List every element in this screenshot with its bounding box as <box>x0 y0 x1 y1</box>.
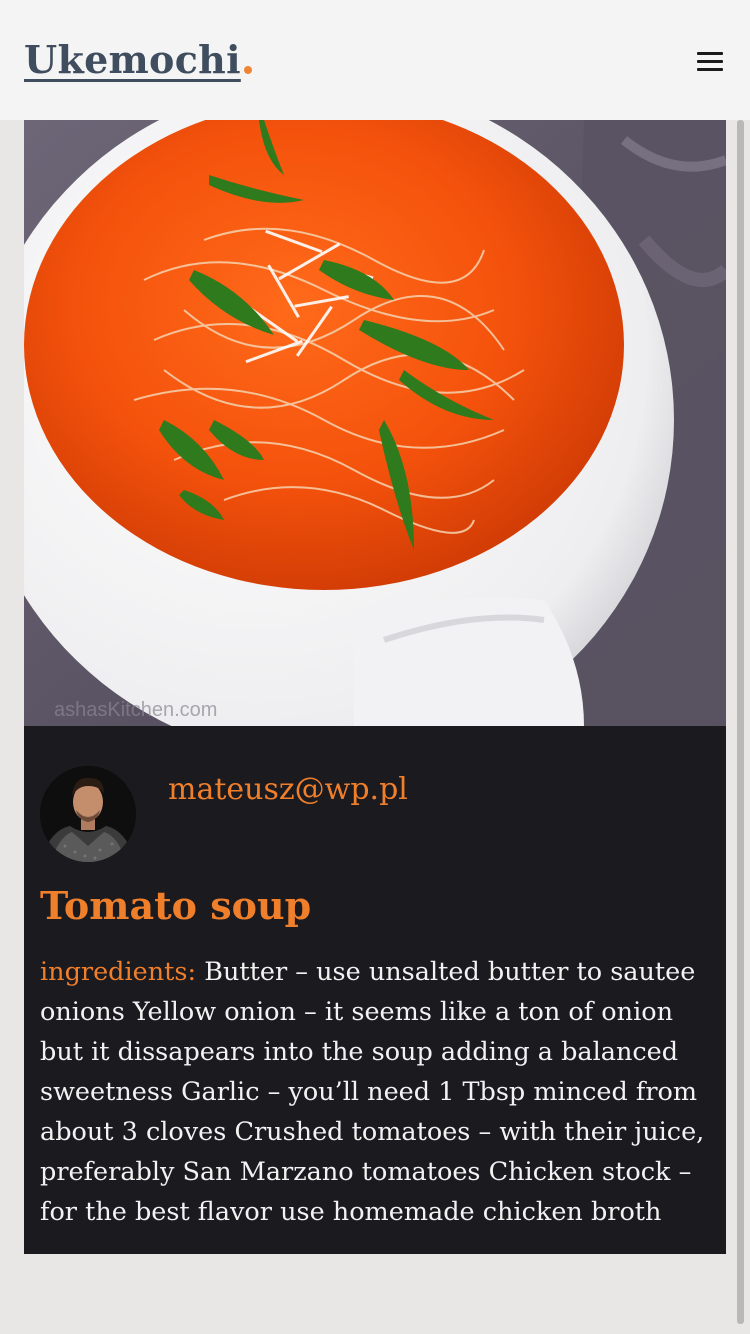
author-email-link[interactable]: mateusz@wp.pl <box>168 770 408 810</box>
recipe-image: ashasKitchen.com <box>24 120 726 726</box>
recipe-title: Tomato soup <box>40 883 312 928</box>
recipe-ingredients: ingredients: Butter – use unsalted butte… <box>40 952 716 1232</box>
ingredients-label: ingredients: <box>40 957 197 987</box>
author-avatar[interactable] <box>40 766 136 862</box>
logo-dot <box>244 66 252 74</box>
hamburger-icon-middle-bar <box>697 60 723 63</box>
hamburger-icon <box>697 52 723 55</box>
page-scrollbar[interactable] <box>737 120 744 1324</box>
hamburger-menu-button[interactable] <box>690 46 730 76</box>
site-logo[interactable]: Ukemochi <box>24 36 241 84</box>
ingredients-text: Butter – use unsalted butter to sautee o… <box>40 957 705 1227</box>
site-header: Ukemochi <box>0 0 750 120</box>
hamburger-icon-bottom-bar <box>697 68 723 71</box>
image-watermark: ashasKitchen.com <box>54 699 217 721</box>
recipe-card: ashasKitchen.com mateusz@wp.pl Tomato so… <box>24 120 726 1254</box>
